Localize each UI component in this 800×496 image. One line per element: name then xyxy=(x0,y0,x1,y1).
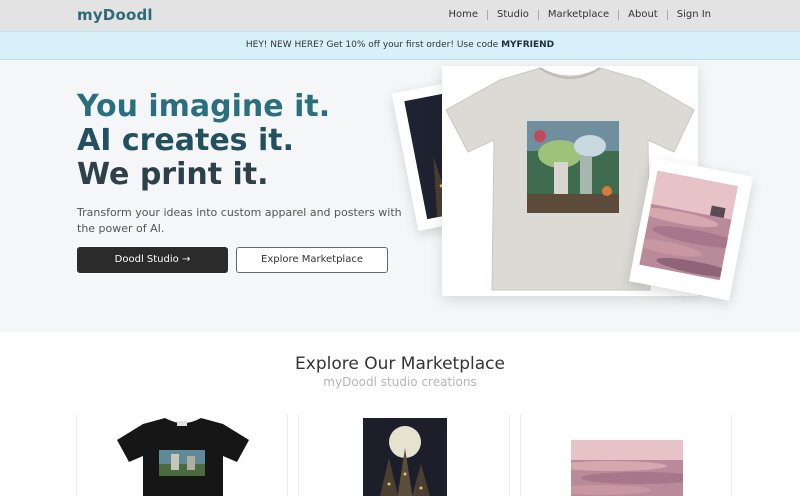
seascape-print-image xyxy=(639,170,739,281)
nav-home[interactable]: Home xyxy=(439,9,487,20)
product-card-print[interactable] xyxy=(520,414,732,496)
headline-line-1: You imagine it. xyxy=(77,89,331,124)
promo-code: MYFRIEND xyxy=(501,40,555,50)
nav-marketplace[interactable]: Marketplace xyxy=(539,9,618,20)
hero-subtitle: Transform your ideas into custom apparel… xyxy=(77,206,402,235)
product-card-tshirt[interactable] xyxy=(76,414,288,496)
black-tshirt-image xyxy=(117,418,249,496)
promo-text: HEY! NEW HERE? Get 10% off your first or… xyxy=(245,40,502,50)
main-nav: Home Studio Marketplace About Sign In xyxy=(439,9,720,20)
hero-headline: You imagine it. AI creates it. We print … xyxy=(77,90,330,192)
top-nav-bar: myDoodl Home Studio Marketplace About Si… xyxy=(0,0,800,31)
promo-banner: HEY! NEW HERE? Get 10% off your first or… xyxy=(0,31,800,60)
pink-seascape-image xyxy=(571,440,683,496)
marketplace-title: Explore Our Marketplace xyxy=(295,354,505,374)
nav-about[interactable]: About xyxy=(619,9,667,20)
headline-line-3: We print it. xyxy=(77,157,269,192)
explore-marketplace-button[interactable]: Explore Marketplace xyxy=(236,247,388,273)
hero-section: You imagine it. AI creates it. We print … xyxy=(0,60,800,332)
headline-line-2: AI creates it. xyxy=(77,123,295,158)
doodl-studio-button[interactable]: Doodl Studio → xyxy=(77,247,228,273)
nav-sign-in[interactable]: Sign In xyxy=(668,9,720,20)
product-card-poster[interactable] xyxy=(298,414,510,496)
nav-studio[interactable]: Studio xyxy=(488,9,538,20)
moon-castle-poster-image xyxy=(363,418,447,496)
marketplace-subtitle: myDoodl studio creations xyxy=(323,375,477,389)
logo[interactable]: myDoodl xyxy=(77,6,153,24)
